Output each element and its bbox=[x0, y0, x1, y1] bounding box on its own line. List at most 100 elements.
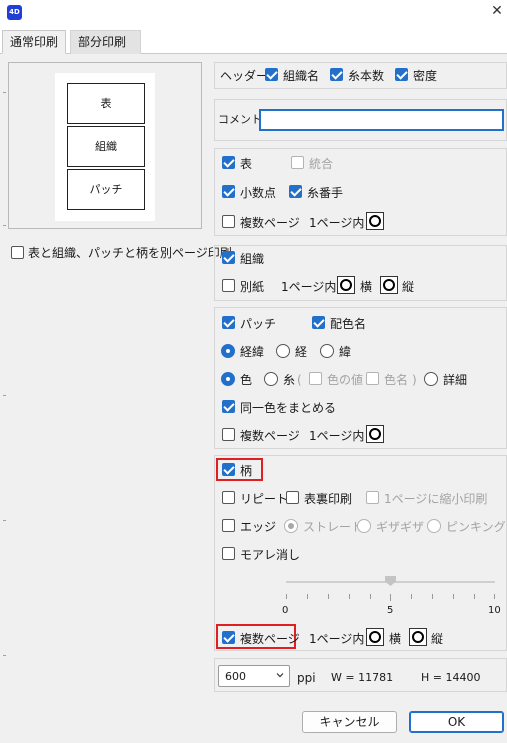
tab-strip: 通常印刷 部分印刷 bbox=[0, 28, 507, 54]
pattern-multi-page-checkbox[interactable] bbox=[222, 631, 235, 644]
merge-checkbox[interactable] bbox=[291, 156, 304, 169]
density-label: 密度 bbox=[413, 69, 438, 83]
comment-label: コメント bbox=[218, 113, 262, 126]
patch-multi-page-checkbox[interactable] bbox=[222, 428, 235, 441]
pinking-label: ピンキング bbox=[446, 520, 506, 534]
table-multi-page-label: 複数ページ bbox=[240, 216, 300, 230]
slider-mid-label: 5 bbox=[387, 605, 394, 616]
weave-vertical-button[interactable] bbox=[380, 276, 398, 294]
tab-partial-print[interactable]: 部分印刷 bbox=[70, 30, 141, 54]
width-readout: W = 11781 bbox=[331, 671, 394, 684]
slider-tick bbox=[432, 594, 433, 599]
separate-sheet-checkbox[interactable] bbox=[222, 279, 235, 292]
slider-tick bbox=[370, 594, 371, 599]
group-same-color-checkbox[interactable] bbox=[222, 400, 235, 413]
weave-checkbox[interactable] bbox=[222, 251, 235, 264]
ppi-label: ppi bbox=[297, 671, 316, 685]
comment-input[interactable] bbox=[259, 109, 504, 131]
edge-mark bbox=[3, 395, 6, 396]
yarn-count-checkbox[interactable] bbox=[330, 68, 343, 81]
layout-preview: 表 組織 パッチ bbox=[8, 62, 202, 229]
color-value-label: 色の値 bbox=[327, 373, 364, 387]
org-name-checkbox[interactable] bbox=[265, 68, 278, 81]
density-checkbox[interactable] bbox=[395, 68, 408, 81]
color-name2-label: 色名 bbox=[384, 373, 409, 387]
preview-patch-box: パッチ bbox=[67, 169, 145, 210]
preview-table-box: 表 bbox=[67, 83, 145, 124]
slider-tick bbox=[349, 594, 350, 599]
moire-checkbox[interactable] bbox=[222, 547, 235, 560]
yarn-label: 糸 bbox=[283, 373, 296, 387]
color-name2-checkbox[interactable] bbox=[366, 372, 379, 385]
slider-tick bbox=[494, 594, 495, 599]
slider-tick bbox=[286, 594, 287, 599]
weave-one-page-label: 1ページ内 bbox=[281, 280, 337, 294]
patch-orientation-button[interactable] bbox=[366, 425, 384, 443]
open-paren: ( bbox=[297, 373, 302, 387]
color-name-label: 配色名 bbox=[330, 317, 367, 331]
shrink-to-page-label: 1ページに縮小印刷 bbox=[384, 492, 488, 506]
close-paren: ) bbox=[412, 373, 417, 387]
color-name-checkbox[interactable] bbox=[312, 316, 325, 329]
cancel-button[interactable]: キャンセル bbox=[302, 711, 397, 733]
detail-radio[interactable] bbox=[424, 372, 438, 386]
pinking-radio[interactable] bbox=[427, 519, 441, 533]
warp-radio[interactable] bbox=[276, 344, 290, 358]
yarn-number-label: 糸番手 bbox=[307, 186, 344, 200]
slider-tick bbox=[453, 594, 454, 599]
front-back-checkbox[interactable] bbox=[286, 491, 299, 504]
edge-mark bbox=[3, 225, 6, 226]
pattern-checkbox[interactable] bbox=[222, 463, 235, 476]
decimal-label: 小数点 bbox=[240, 186, 277, 200]
weft-label: 緯 bbox=[339, 345, 352, 359]
preview-paper: 表 組織 パッチ bbox=[55, 73, 155, 221]
org-name-label: 組織名 bbox=[283, 69, 320, 83]
patch-multi-page-label: 複数ページ bbox=[240, 429, 300, 443]
decimal-checkbox[interactable] bbox=[222, 185, 235, 198]
slider-tick bbox=[328, 594, 329, 599]
height-readout: H = 14400 bbox=[421, 671, 481, 684]
color-radio[interactable] bbox=[221, 372, 235, 386]
table-one-page-label: 1ページ内 bbox=[309, 216, 365, 230]
pattern-horizontal-button[interactable] bbox=[366, 628, 384, 646]
table-label: 表 bbox=[240, 157, 253, 171]
repeat-checkbox[interactable] bbox=[222, 491, 235, 504]
separate-sheet-label: 別紙 bbox=[240, 280, 265, 294]
close-icon[interactable]: ✕ bbox=[490, 4, 504, 18]
preview-weave-box: 組織 bbox=[67, 126, 145, 167]
pattern-multi-page-label: 複数ページ bbox=[240, 632, 300, 646]
patch-checkbox[interactable] bbox=[222, 316, 235, 329]
shrink-to-page-checkbox[interactable] bbox=[366, 491, 379, 504]
separate-page-checkbox[interactable] bbox=[11, 246, 24, 259]
color-value-checkbox[interactable] bbox=[309, 372, 322, 385]
weave-label: 組織 bbox=[240, 252, 265, 266]
tab-normal-print[interactable]: 通常印刷 bbox=[2, 30, 66, 54]
slider-tick bbox=[307, 594, 308, 599]
straight-label: ストレート bbox=[303, 520, 364, 534]
edge-mark bbox=[3, 655, 6, 656]
moire-label: モアレ消し bbox=[240, 548, 301, 562]
table-orientation-button[interactable] bbox=[366, 212, 384, 230]
edge-checkbox[interactable] bbox=[222, 519, 235, 532]
slider-tick bbox=[474, 594, 475, 599]
merge-label: 統合 bbox=[309, 157, 334, 171]
zigzag-radio[interactable] bbox=[357, 519, 371, 533]
pattern-one-page-label: 1ページ内 bbox=[309, 632, 365, 646]
slider-min-label: 0 bbox=[282, 605, 289, 616]
pattern-vertical-button[interactable] bbox=[409, 628, 427, 646]
straight-radio[interactable] bbox=[284, 519, 298, 533]
slider-tick bbox=[411, 594, 412, 599]
warp-label: 経 bbox=[295, 345, 308, 359]
yarn-number-checkbox[interactable] bbox=[289, 185, 302, 198]
table-checkbox[interactable] bbox=[222, 156, 235, 169]
table-multi-page-checkbox[interactable] bbox=[222, 215, 235, 228]
ok-button[interactable]: OK bbox=[409, 711, 504, 733]
weave-horizontal-button[interactable] bbox=[337, 276, 355, 294]
weave-horizontal-label: 横 bbox=[360, 280, 373, 294]
yarn-radio[interactable] bbox=[264, 372, 278, 386]
ppi-select[interactable]: 600 bbox=[218, 665, 290, 687]
zigzag-label: ギザギザ bbox=[376, 520, 425, 534]
weft-radio[interactable] bbox=[320, 344, 334, 358]
slider-tick bbox=[390, 594, 391, 601]
warp-weft-radio[interactable] bbox=[221, 344, 235, 358]
